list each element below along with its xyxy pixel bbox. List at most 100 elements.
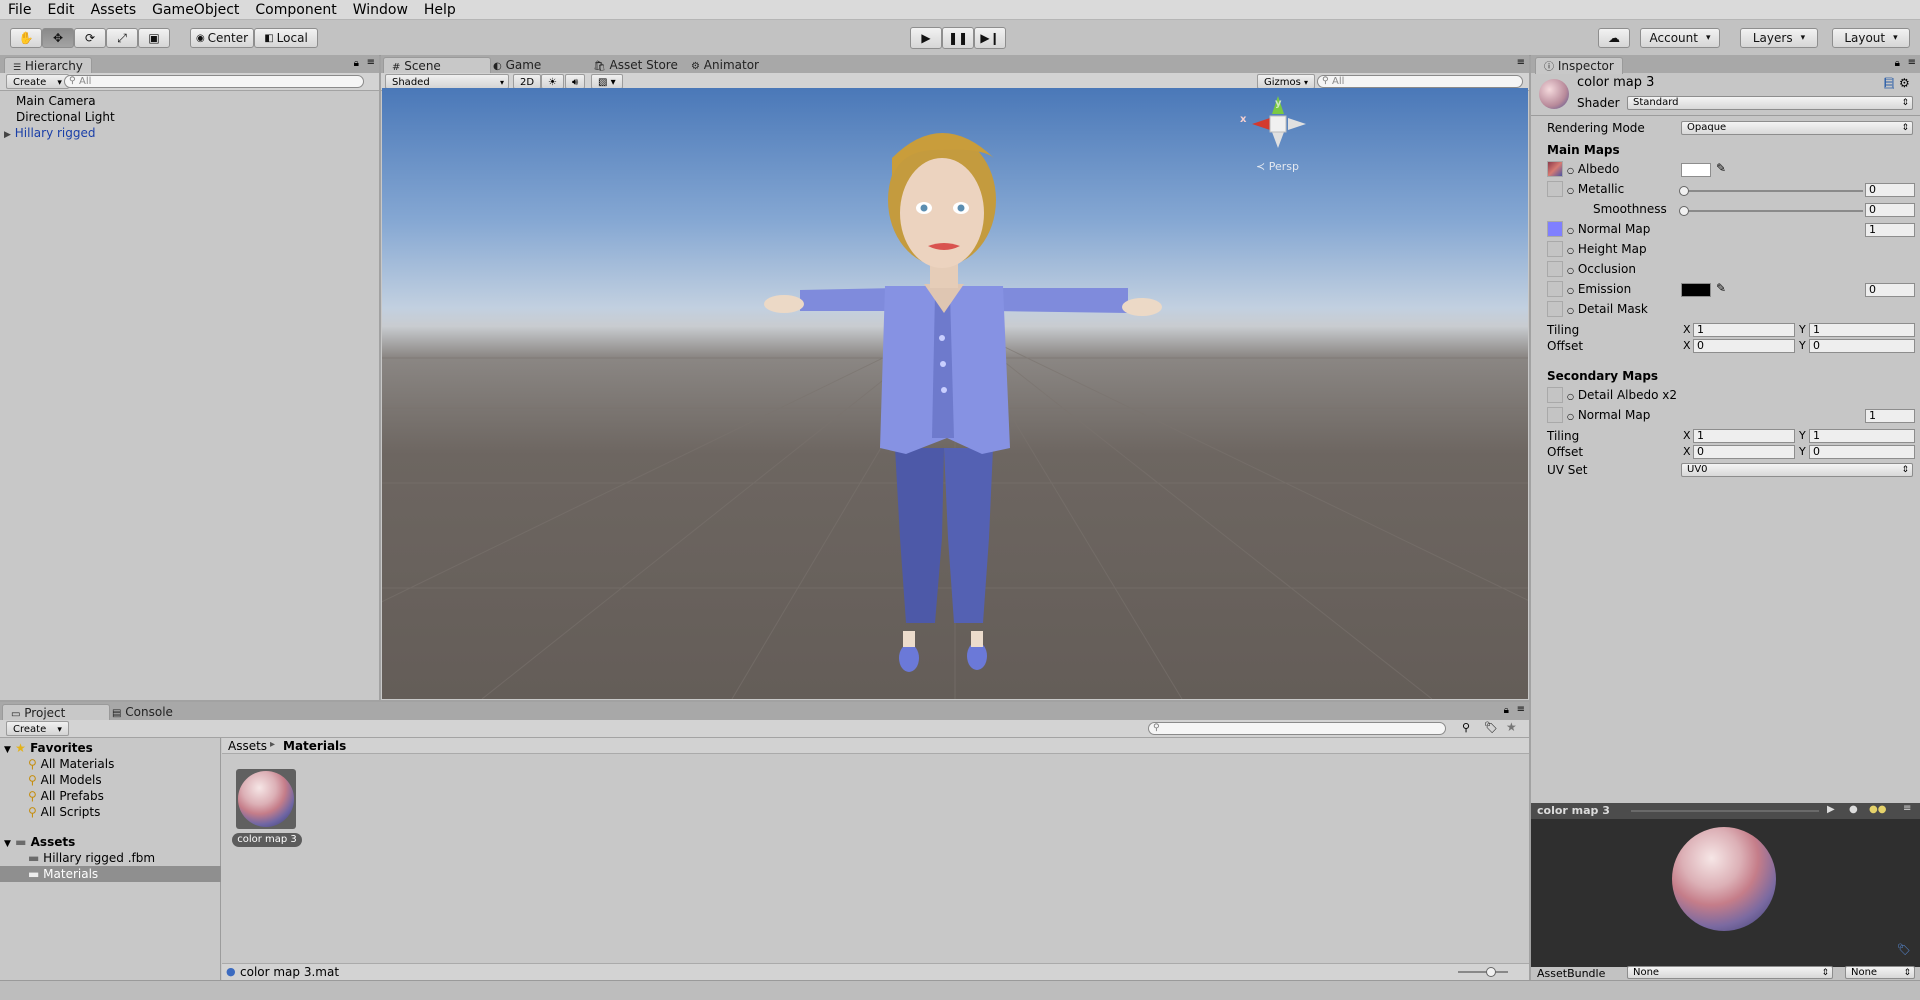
rect-tool-button[interactable]: ▣ [138, 28, 170, 48]
lock-icon[interactable]: 🔒︎ [1895, 58, 1900, 69]
menu-gameobject[interactable]: GameObject [144, 0, 247, 20]
play-button[interactable]: ▶ [910, 27, 942, 49]
metallic-slider[interactable] [1683, 190, 1863, 192]
normal-map-texture-slot[interactable] [1547, 221, 1563, 237]
expand-arrow-icon[interactable]: ▶ [4, 130, 11, 140]
preview-menu-icon[interactable]: ≡ [1903, 803, 1911, 814]
gizmos-dropdown[interactable]: Gizmos ▾ [1257, 74, 1316, 89]
favorites-header[interactable]: ▼ ★ Favorites [4, 740, 93, 756]
favorite-star-icon[interactable]: ★ [1506, 720, 1517, 734]
hierarchy-create-button[interactable]: Create [6, 74, 69, 89]
emission-color-swatch[interactable] [1681, 283, 1711, 297]
rendering-mode-dropdown[interactable]: Opaque [1681, 121, 1913, 135]
layout-dropdown[interactable]: Layout [1832, 28, 1910, 48]
detail-mask-texture-slot[interactable] [1547, 301, 1563, 317]
secondary-tiling-y-field[interactable]: 1 [1809, 429, 1915, 443]
icon-size-slider[interactable] [1458, 971, 1508, 973]
cloud-button[interactable]: ☁ [1598, 28, 1630, 48]
play-preview-icon[interactable]: ▶ [1827, 804, 1835, 815]
panel-menu-icon[interactable]: ≡ [367, 57, 375, 68]
breadcrumb-materials[interactable]: Materials [283, 739, 346, 753]
asset-folder-item[interactable]: ▬ Hillary rigged .fbm [28, 850, 155, 866]
hierarchy-item-hillary-rigged[interactable]: ▶ Hillary rigged [4, 125, 95, 141]
menu-help[interactable]: Help [416, 0, 464, 20]
sphere-preview-icon[interactable]: ● [1849, 804, 1858, 815]
tab-inspector[interactable]: ⓘ Inspector [1535, 57, 1623, 74]
normal-scale-field[interactable]: 1 [1865, 223, 1915, 237]
assets-header[interactable]: ▼ ▬ Assets [4, 834, 75, 850]
project-search-input[interactable] [1148, 722, 1446, 735]
emission-texture-slot[interactable] [1547, 281, 1563, 297]
smoothness-value-field[interactable]: 0 [1865, 203, 1915, 217]
secondary-offset-x-field[interactable]: 0 [1693, 445, 1795, 459]
filter-by-type-icon[interactable]: ⚲ [1462, 721, 1470, 734]
tab-game[interactable]: ◐ Game [485, 57, 549, 73]
eyedropper-icon[interactable]: ✎ [1716, 281, 1726, 295]
breadcrumb-assets[interactable]: Assets [228, 739, 267, 753]
tab-asset-store[interactable]: 🛍︎ Asset Store [585, 57, 686, 73]
lock-icon[interactable]: 🔒︎ [1504, 705, 1509, 716]
menu-component[interactable]: Component [247, 0, 344, 20]
lock-icon[interactable]: 🔒︎ [354, 58, 359, 69]
mode-2d-toggle[interactable]: 2D [513, 74, 542, 89]
rotate-tool-button[interactable]: ⟳ [74, 28, 106, 48]
albedo-color-swatch[interactable] [1681, 163, 1711, 177]
pivot-center-button[interactable]: ◉ Center [190, 28, 254, 48]
menu-edit[interactable]: Edit [39, 0, 82, 20]
project-create-button[interactable]: Create [6, 721, 69, 736]
asset-item-label[interactable]: color map 3 [232, 833, 302, 847]
layers-dropdown[interactable]: Layers [1740, 28, 1818, 48]
move-tool-button[interactable]: ✥ [42, 28, 74, 48]
menu-window[interactable]: Window [345, 0, 416, 20]
scene-viewport[interactable]: y x ≺ Persp [382, 88, 1528, 699]
smoothness-slider-knob[interactable] [1679, 206, 1689, 216]
secondary-offset-y-field[interactable]: 0 [1809, 445, 1915, 459]
lighting-toggle[interactable]: ☀ [541, 74, 564, 89]
smoothness-slider[interactable] [1683, 210, 1863, 212]
effects-dropdown[interactable]: ▧ ▾ [591, 74, 623, 89]
main-tiling-x-field[interactable]: 1 [1693, 323, 1795, 337]
scene-search-input[interactable]: All [1317, 75, 1523, 88]
tab-project[interactable]: ▭ Project [2, 704, 110, 721]
hierarchy-search-input[interactable]: All [64, 75, 364, 88]
menu-file[interactable]: File [0, 0, 39, 20]
tab-console[interactable]: ▤ Console [104, 704, 181, 720]
secondary-normal-scale-field[interactable]: 1 [1865, 409, 1915, 423]
metallic-slider-knob[interactable] [1679, 186, 1689, 196]
favorite-item[interactable]: ⚲ All Models [28, 772, 102, 788]
secondary-tiling-x-field[interactable]: 1 [1693, 429, 1795, 443]
assetbundle-name-dropdown[interactable]: None [1627, 966, 1833, 979]
account-dropdown[interactable]: Account [1640, 28, 1720, 48]
detail-albedo-texture-slot[interactable] [1547, 387, 1563, 403]
tag-icon[interactable]: 🏷︎ [1897, 943, 1911, 956]
hand-tool-button[interactable]: ✋ [10, 28, 42, 48]
audio-toggle[interactable]: 🔊︎ [565, 74, 586, 89]
favorite-item[interactable]: ⚲ All Materials [28, 756, 114, 772]
scale-tool-button[interactable]: ⤢ [106, 28, 138, 48]
uv-set-dropdown[interactable]: UV0 [1681, 463, 1913, 477]
step-button[interactable]: ▶❙ [974, 27, 1006, 49]
menu-assets[interactable]: Assets [83, 0, 145, 20]
space-local-button[interactable]: ◧ Local [254, 28, 318, 48]
preview-drag-bar[interactable] [1631, 810, 1819, 812]
main-tiling-y-field[interactable]: 1 [1809, 323, 1915, 337]
main-offset-x-field[interactable]: 0 [1693, 339, 1795, 353]
occlusion-texture-slot[interactable] [1547, 261, 1563, 277]
panel-menu-icon[interactable]: ≡ [1517, 57, 1525, 68]
pause-button[interactable]: ❚❚ [942, 27, 974, 49]
shading-mode-dropdown[interactable]: Shaded ▾ [385, 74, 509, 89]
main-offset-y-field[interactable]: 0 [1809, 339, 1915, 353]
assetbundle-variant-dropdown[interactable]: None [1845, 966, 1915, 979]
panel-menu-icon[interactable]: ≡ [1908, 57, 1916, 68]
secondary-normal-texture-slot[interactable] [1547, 407, 1563, 423]
asset-thumbnail-frame[interactable] [236, 769, 296, 829]
persp-label[interactable]: ≺ Persp [1256, 160, 1299, 173]
icon-size-slider-knob[interactable] [1486, 967, 1496, 977]
material-preview-area[interactable]: 🏷︎ [1531, 819, 1920, 967]
height-map-texture-slot[interactable] [1547, 241, 1563, 257]
hierarchy-item-directional-light[interactable]: Directional Light [16, 109, 115, 125]
hierarchy-item-main-camera[interactable]: Main Camera [16, 93, 96, 109]
albedo-texture-slot[interactable] [1547, 161, 1563, 177]
lights-preview-icon[interactable]: ●● [1869, 804, 1886, 815]
asset-folder-item-selected[interactable]: ▬ Materials [28, 866, 98, 882]
